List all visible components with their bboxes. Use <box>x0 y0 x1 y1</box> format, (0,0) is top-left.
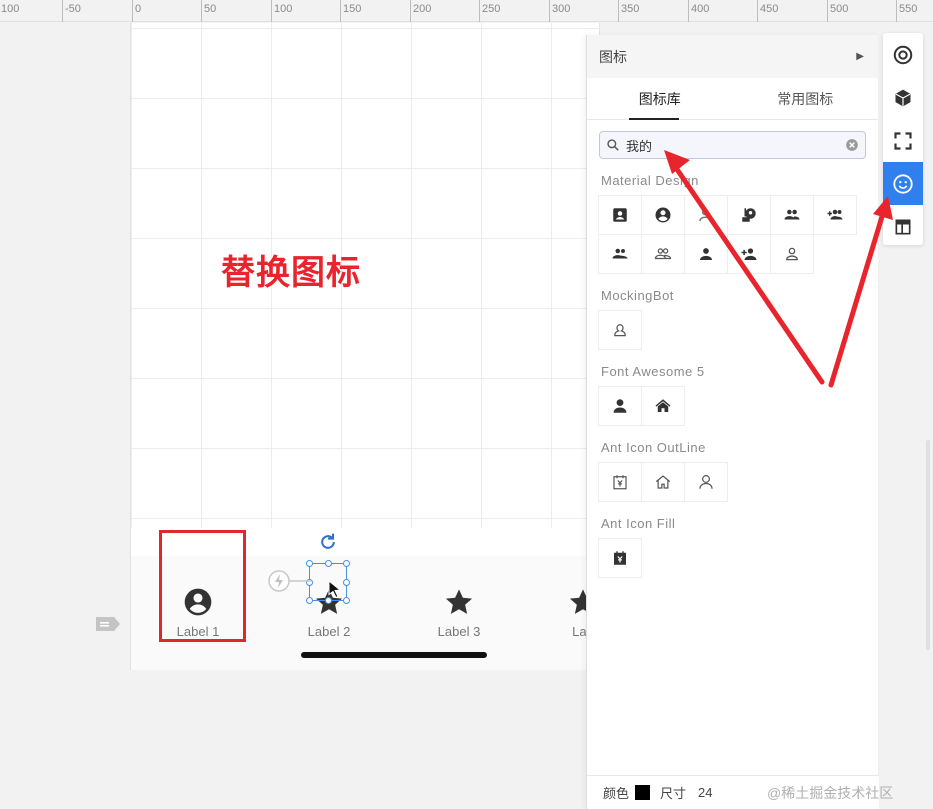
person-outline-alt-icon[interactable] <box>770 234 814 274</box>
person-icon[interactable] <box>684 234 728 274</box>
section-title: Font Awesome 5 <box>601 364 705 379</box>
highlight-box <box>159 530 246 642</box>
layout-icon <box>895 219 911 234</box>
section-title: Ant Icon OutLine <box>601 440 706 455</box>
canvas-grid <box>131 23 601 528</box>
icon-grid-fontawesome <box>598 386 869 426</box>
size-label: 尺寸 <box>660 786 687 801</box>
user-solid-icon[interactable] <box>598 386 642 426</box>
resize-handle[interactable] <box>343 597 350 604</box>
section-title: Ant Icon Fill <box>601 516 676 531</box>
people-icon[interactable] <box>770 195 814 235</box>
resize-handle[interactable] <box>343 579 350 586</box>
frame-button[interactable] <box>883 119 923 162</box>
people-alt-icon[interactable] <box>598 234 642 274</box>
search-icon <box>607 139 619 151</box>
people-outline-icon[interactable] <box>641 234 685 274</box>
group-add-icon[interactable] <box>813 195 857 235</box>
rotate-icon[interactable] <box>318 532 338 552</box>
clear-icon[interactable] <box>845 138 859 152</box>
resize-handle[interactable] <box>306 560 313 567</box>
chevron-right-icon[interactable]: ▶ <box>856 51 864 62</box>
person-add-icon[interactable] <box>727 234 771 274</box>
contact-card-icon[interactable] <box>598 195 642 235</box>
panel-title: 图标 <box>599 48 627 65</box>
tag-icon <box>96 617 120 631</box>
section-title: MockingBot <box>601 288 674 303</box>
tab-common-icons[interactable]: 常用图标 <box>733 78 879 119</box>
tab-item-3[interactable]: Label 3 <box>419 586 499 639</box>
scrollbar[interactable] <box>926 440 930 650</box>
home-outline-icon[interactable] <box>641 462 685 502</box>
search-box[interactable] <box>599 131 866 159</box>
annotation-text: 替换图标 <box>221 253 361 293</box>
panel-header[interactable]: 图标 ▶ <box>587 35 878 78</box>
person-outline-icon[interactable] <box>684 195 728 235</box>
icons-button[interactable] <box>883 162 923 205</box>
user-outline-icon[interactable] <box>598 310 642 350</box>
home-solid-icon[interactable] <box>641 386 685 426</box>
target-button[interactable] <box>883 33 923 76</box>
right-toolbar <box>883 33 923 245</box>
resize-handle[interactable] <box>325 597 332 604</box>
target-icon <box>893 45 913 64</box>
components-button[interactable] <box>883 76 923 119</box>
section-title: Material Design <box>601 173 699 188</box>
search-input[interactable] <box>626 137 845 153</box>
icon-grid-ant-fill <box>598 538 869 578</box>
resize-handle[interactable] <box>325 560 332 567</box>
layout-button[interactable] <box>883 205 923 248</box>
color-swatch[interactable] <box>635 785 651 800</box>
artboard[interactable]: 替换图标 Label 1 Label 2 Label 3 Lab <box>130 23 601 670</box>
cube-icon <box>895 89 911 106</box>
resize-handle[interactable] <box>306 597 313 604</box>
panel-tabs: 图标库 常用图标 <box>587 78 878 120</box>
horizontal-ruler: 100 -50 0 50 100 150 200 250 300 350 400… <box>0 0 933 22</box>
user-outline-icon[interactable] <box>684 462 728 502</box>
account-book-icon[interactable] <box>598 462 642 502</box>
account-circle-icon[interactable] <box>641 195 685 235</box>
star-icon <box>445 589 473 614</box>
icon-panel: 图标 ▶ 图标库 常用图标 Material Design <box>586 35 879 809</box>
tab-label: Label 2 <box>307 624 351 639</box>
frame-icon <box>894 131 912 150</box>
emoji-icon <box>893 173 913 194</box>
color-label: 颜色 <box>603 786 630 801</box>
person-pin-icon[interactable] <box>727 195 771 235</box>
cursor-icon <box>328 580 342 598</box>
interaction-bolt-icon[interactable] <box>267 569 315 593</box>
resize-handle[interactable] <box>343 560 350 567</box>
watermark: @稀土掘金技术社区 <box>767 785 894 801</box>
icon-grid-ant-outline <box>598 462 869 502</box>
icon-grid-mockingbot <box>598 310 869 350</box>
icon-grid-material <box>598 195 869 274</box>
tab-label: Label 3 <box>437 624 481 639</box>
account-book-fill-icon[interactable] <box>598 538 642 578</box>
tab-icon-library[interactable]: 图标库 <box>587 78 733 120</box>
home-indicator <box>301 652 487 658</box>
size-value[interactable]: 24 <box>698 785 712 800</box>
